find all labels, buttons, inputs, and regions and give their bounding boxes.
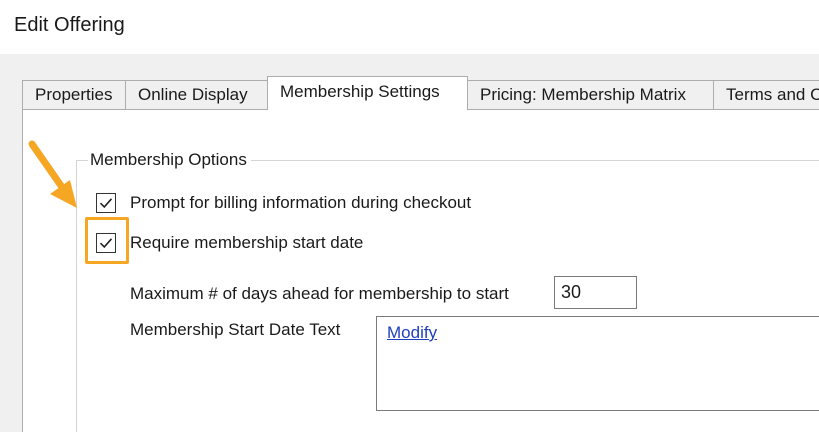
- arrow-pointer-icon: [28, 140, 77, 208]
- max-days-input[interactable]: [554, 276, 637, 309]
- tab-properties[interactable]: Properties: [22, 80, 126, 110]
- window-title: Edit Offering: [14, 14, 125, 36]
- tab-online-display[interactable]: Online Display: [125, 80, 268, 110]
- prompt-billing-checkbox[interactable]: [96, 193, 116, 213]
- tab-terms-and-conditions[interactable]: Terms and C: [713, 80, 819, 110]
- prompt-billing-row[interactable]: Prompt for billing information during ch…: [96, 191, 471, 215]
- start-date-text-box[interactable]: Modify: [376, 316, 819, 411]
- require-start-date-label: Require membership start date: [130, 233, 364, 252]
- membership-options-legend: Membership Options: [88, 150, 251, 170]
- modify-link[interactable]: Modify: [387, 323, 437, 343]
- start-date-text-label: Membership Start Date Text: [130, 320, 341, 339]
- prompt-billing-label: Prompt for billing information during ch…: [130, 193, 472, 212]
- tab-strip: Properties Online Display Membership Set…: [22, 76, 819, 110]
- tab-membership-settings[interactable]: Membership Settings: [267, 76, 468, 110]
- checkmark-icon: [99, 238, 113, 249]
- checkmark-icon: [99, 198, 113, 209]
- tab-pricing-membership-matrix[interactable]: Pricing: Membership Matrix: [467, 80, 714, 110]
- require-start-date-row[interactable]: Require membership start date: [96, 231, 363, 255]
- max-days-label: Maximum # of days ahead for membership t…: [130, 284, 509, 303]
- require-start-date-checkbox[interactable]: [96, 233, 116, 253]
